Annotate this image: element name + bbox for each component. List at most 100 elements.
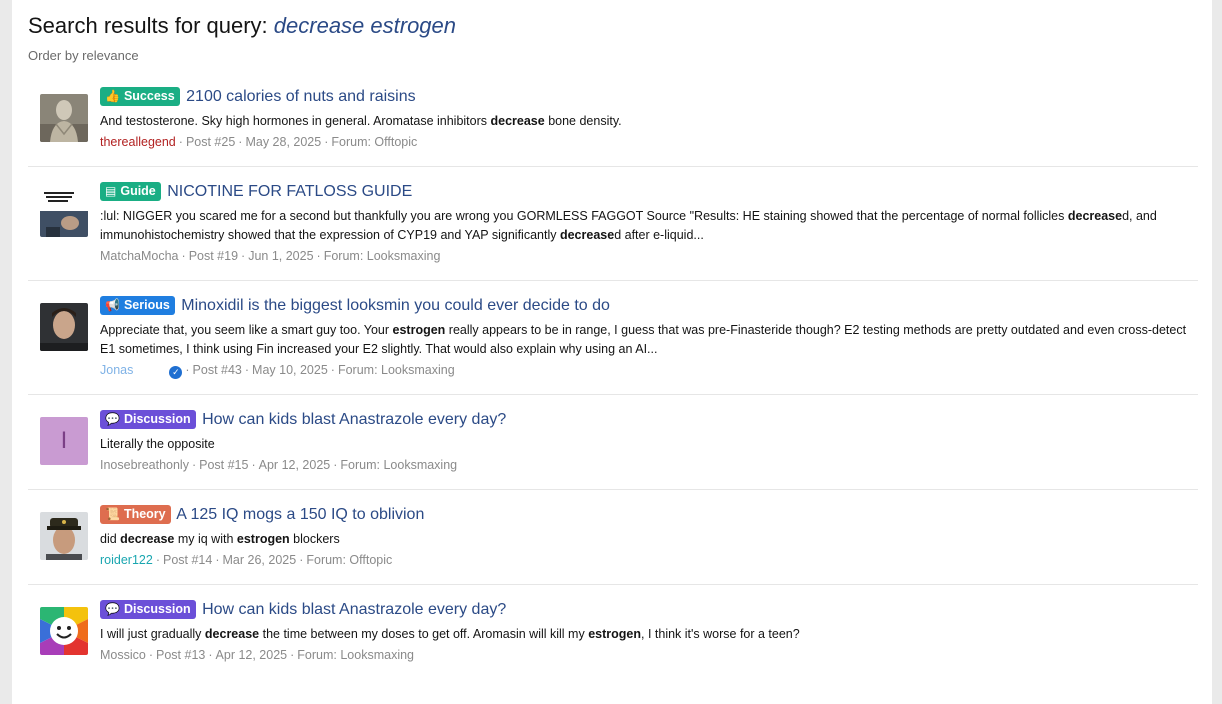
result-headline: 💬 Discussion How can kids blast Anastrazo… <box>100 599 1198 621</box>
post-number-link[interactable]: Post #13 <box>156 648 205 662</box>
snippet-text: I will just gradually <box>100 627 205 641</box>
highlighted-term: decrease <box>559 228 615 242</box>
highlighted-term: decrease <box>204 627 260 641</box>
snippet-text: my iq with <box>174 532 237 546</box>
username-link[interactable]: MatchaMocha <box>100 249 179 263</box>
thread-title-link[interactable]: Minoxidil is the biggest looksmin you co… <box>181 297 610 314</box>
forum-link[interactable]: Forum: Looksmaxing <box>338 363 455 377</box>
result-meta: Jonas ✓ · Post #43 · May 10, 2025 · Forum: Look… <box>100 363 455 379</box>
forum-link[interactable]: Forum: Looksmaxing <box>324 249 441 263</box>
result-meta: roider122 · Post #14 · Mar 26, 2025 · Forum: O… <box>100 553 393 567</box>
result-item: ▤ Guide NICOTINE FOR FATLOSS GUIDE :lul: … <box>28 167 1198 281</box>
post-date: May 28, 2025 <box>245 135 322 149</box>
post-date: Apr 12, 2025 <box>258 458 331 472</box>
username-link[interactable]: roider122 <box>100 553 153 567</box>
thread-title-link[interactable]: How can kids blast Anastrazole every day… <box>202 411 506 428</box>
snippet-text: Appreciate that, you seem like a smart g… <box>100 323 393 337</box>
highlighted-term: decrease <box>490 114 545 128</box>
avatar[interactable] <box>40 303 88 351</box>
title-prefix: Search results for query: <box>28 13 274 38</box>
result-item: 📜 Theory A 125 IQ mogs a 150 IQ to oblivi… <box>28 490 1198 585</box>
result-headline: ▤ Guide NICOTINE FOR FATLOSS GUIDE <box>100 181 1198 203</box>
megaphone-icon: 📢 <box>105 298 120 312</box>
thread-title-link[interactable]: How can kids blast Anastrazole every day… <box>202 601 506 618</box>
avatar-letter[interactable]: I <box>40 417 88 465</box>
username-link[interactable]: Inosebreathonly <box>100 458 189 472</box>
snippet-text: bone density. <box>544 114 622 128</box>
forum-link[interactable]: Forum: Offtopic <box>331 135 417 149</box>
thread-title-link[interactable]: A 125 IQ mogs a 150 IQ to oblivion <box>176 506 424 523</box>
result-item: 💬 Discussion How can kids blast Anastrazo… <box>28 585 1198 679</box>
result-item: 👍 Success 2100 calories of nuts and raisi… <box>28 72 1198 167</box>
result-snippet: did decrease my iq with estrogen blocker… <box>100 530 1198 549</box>
snippet-text: :lul: NIGGER you scared me for a second … <box>100 209 1068 223</box>
thread-title-link[interactable]: NICOTINE FOR FATLOSS GUIDE <box>167 183 412 200</box>
chat-bubbles-icon: 💬 <box>105 602 120 616</box>
post-number-link[interactable]: Post #14 <box>163 553 212 567</box>
chat-bubbles-icon: 💬 <box>105 412 120 426</box>
results-list: 👍 Success 2100 calories of nuts and raisi… <box>28 72 1198 679</box>
order-by-label: Order by relevance <box>28 48 139 63</box>
snippet-text: , I think it's worse for a teen? <box>641 627 800 641</box>
highlighted-term: estrogen <box>588 627 641 641</box>
thread-title-link[interactable]: 2100 calories of nuts and raisins <box>186 88 415 105</box>
highlighted-term: decrease <box>1067 209 1123 223</box>
post-number-link[interactable]: Post #25 <box>186 135 235 149</box>
result-meta: Inosebreathonly · Post #15 · Apr 12, 2025 · Fo… <box>100 458 458 472</box>
snippet-text: d after e-liquid... <box>614 228 704 242</box>
label-success: 👍 Success <box>100 87 180 106</box>
page-title: Search results for query: decrease estro… <box>28 12 456 40</box>
page-header: Search results for query: decrease estro… <box>28 12 456 63</box>
thumbs-up-icon: 👍 <box>105 89 120 103</box>
result-meta: Mossico · Post #13 · Apr 12, 2025 · Forum: Loo… <box>100 648 415 662</box>
result-snippet: :lul: NIGGER you scared me for a second … <box>100 207 1198 245</box>
verified-badge-icon: ✓ <box>169 366 183 379</box>
avatar[interactable] <box>40 607 88 655</box>
book-icon: ▤ <box>105 184 117 198</box>
post-date: Mar 26, 2025 <box>222 553 297 567</box>
label-discussion: 💬 Discussion <box>100 410 196 429</box>
post-date: Jun 1, 2025 <box>248 249 314 263</box>
result-headline: 💬 Discussion How can kids blast Anastrazo… <box>100 409 1198 431</box>
result-headline: 📢 Serious Minoxidil is the biggest looksm… <box>100 295 1198 317</box>
result-item: I 💬 Discussion How can kids blast Anastra… <box>28 395 1198 490</box>
post-number-link[interactable]: Post #19 <box>189 249 238 263</box>
label-theory: 📜 Theory <box>100 505 171 524</box>
highlighted-term: estrogen <box>392 323 446 337</box>
forum-link[interactable]: Forum: Looksmaxing <box>340 458 457 472</box>
label-serious: 📢 Serious <box>100 296 175 315</box>
highlighted-term: decrease <box>120 532 175 546</box>
result-item: 📢 Serious Minoxidil is the biggest looksm… <box>28 281 1198 395</box>
result-meta: thereallegend · Post #25 · May 28, 2025 · Foru… <box>100 135 418 149</box>
result-headline: 📜 Theory A 125 IQ mogs a 150 IQ to oblivi… <box>100 504 1198 526</box>
username-link[interactable]: Mossico <box>100 648 146 662</box>
label-discussion: 💬 Discussion <box>100 600 196 619</box>
result-snippet: Appreciate that, you seem like a smart g… <box>100 321 1198 359</box>
snippet-text: blockers <box>289 532 340 546</box>
result-snippet: Literally the opposite <box>100 435 1198 454</box>
avatar[interactable] <box>40 189 88 237</box>
forum-link[interactable]: Forum: Offtopic <box>306 553 392 567</box>
snippet-text: Literally the opposite <box>100 437 215 451</box>
avatar[interactable] <box>40 512 88 560</box>
username-link[interactable]: Jonas <box>100 363 133 377</box>
forum-link[interactable]: Forum: Looksmaxing <box>297 648 414 662</box>
post-number-link[interactable]: Post #43 <box>193 363 242 377</box>
avatar[interactable] <box>40 94 88 142</box>
scroll-icon: 📜 <box>105 507 120 521</box>
snippet-text: And testosterone. Sky high hormones in g… <box>100 114 491 128</box>
search-results-panel: Search results for query: decrease estro… <box>12 0 1212 704</box>
result-snippet: I will just gradually decrease the time … <box>100 625 1198 644</box>
highlighted-term: estrogen <box>236 532 290 546</box>
result-snippet: And testosterone. Sky high hormones in g… <box>100 112 1198 131</box>
username-link[interactable]: thereallegend <box>100 135 176 149</box>
search-query: decrease estrogen <box>273 13 457 38</box>
snippet-text: the time between my doses to get off. Ar… <box>259 627 589 641</box>
label-guide: ▤ Guide <box>100 182 161 201</box>
snippet-text: did <box>100 532 121 546</box>
result-meta: MatchaMocha · Post #19 · Jun 1, 2025 · Forum: … <box>100 249 441 263</box>
result-headline: 👍 Success 2100 calories of nuts and raisi… <box>100 86 1198 108</box>
post-date: May 10, 2025 <box>252 363 328 377</box>
post-date: Apr 12, 2025 <box>215 648 288 662</box>
post-number-link[interactable]: Post #15 <box>199 458 248 472</box>
